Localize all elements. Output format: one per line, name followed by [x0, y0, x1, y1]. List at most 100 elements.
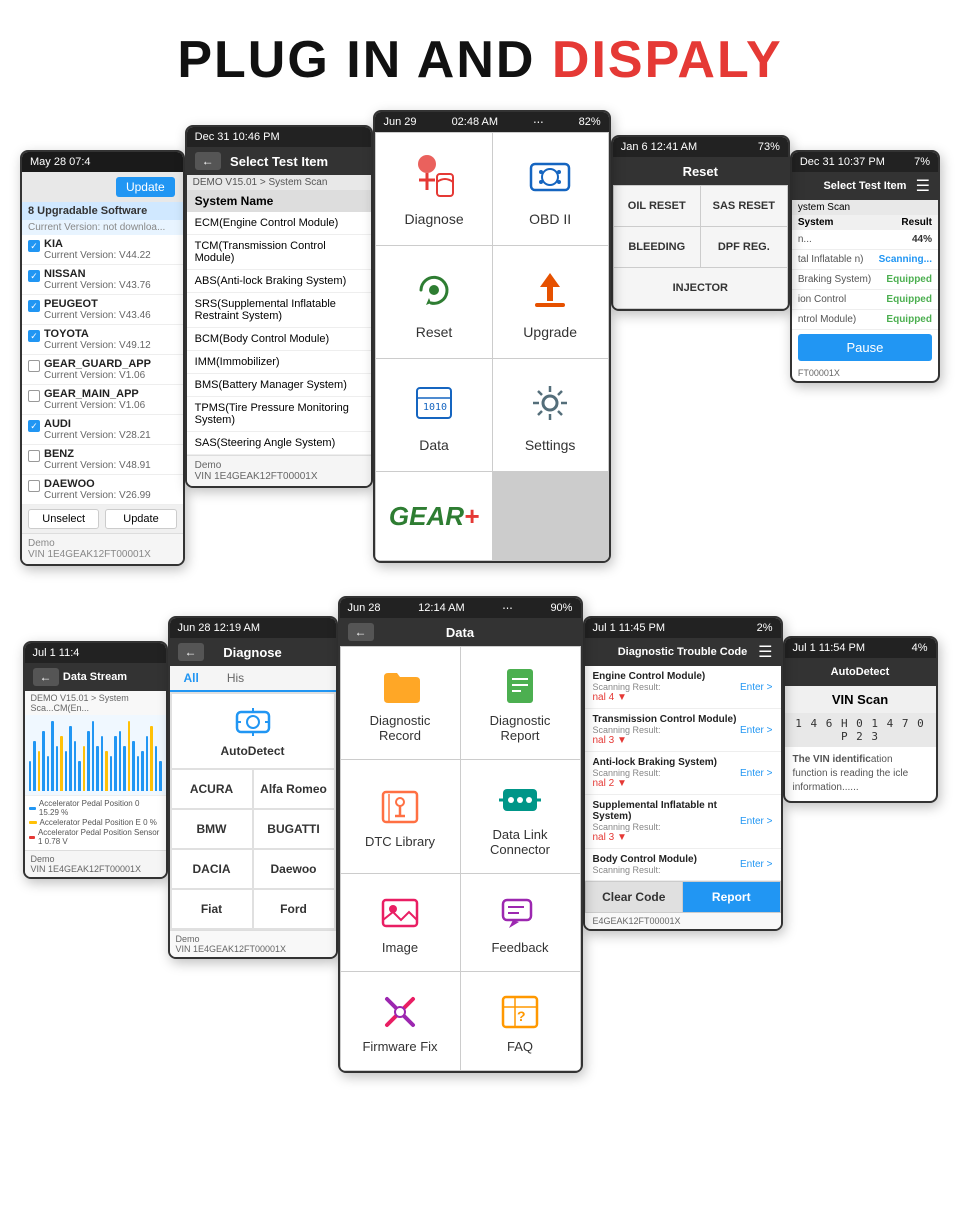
data-item-feedback[interactable]: Feedback: [461, 874, 580, 971]
gear-icon: GEAR+: [408, 490, 460, 542]
diag-item-alfa[interactable]: Alfa Romeo: [254, 770, 334, 808]
data-item-dtc-lib[interactable]: DTC Library: [341, 760, 460, 872]
system-list-item-3[interactable]: SRS(Supplemental Inflatable Restraint Sy…: [187, 293, 372, 328]
dtc-module-1[interactable]: Engine Control Module) Scanning Result: …: [585, 666, 781, 709]
reset-item-bleeding[interactable]: BLEEDING: [614, 227, 700, 267]
system-list-item-7[interactable]: TPMS(Tire Pressure Monitoring System): [187, 397, 372, 432]
update-checkbox-0[interactable]: ✓: [28, 240, 40, 252]
report-button[interactable]: Report: [683, 882, 780, 912]
settings-label: Settings: [525, 437, 576, 453]
settings-icon: [524, 377, 576, 429]
update-checkbox-4[interactable]: [28, 360, 40, 372]
diag-item-bugatti[interactable]: BUGATTI: [254, 810, 334, 848]
system-list-item-5[interactable]: IMM(Immobilizer): [187, 351, 372, 374]
ds-bar-3: [42, 731, 45, 791]
update-checkbox-3[interactable]: ✓: [28, 330, 40, 342]
ds-bar-10: [74, 741, 77, 791]
update-button[interactable]: Update: [116, 177, 175, 197]
menu-item-gear[interactable]: GEAR+: [376, 472, 491, 560]
diag-item-daewoo[interactable]: Daewoo: [254, 850, 334, 888]
dtc-module-4[interactable]: Supplemental Inflatable nt System) Scann…: [585, 795, 781, 849]
update-demo: Demo VIN 1E4GEAK12FT00001X: [22, 533, 183, 564]
diag-tab-his[interactable]: His: [213, 666, 258, 690]
data-item-record[interactable]: Diagnostic Record: [341, 647, 460, 759]
system-list-item-4[interactable]: BCM(Body Control Module): [187, 328, 372, 351]
dtc-module-2[interactable]: Transmission Control Module) Scanning Re…: [585, 709, 781, 752]
scan-vin: FT00001X: [792, 365, 938, 381]
update-checkbox-6[interactable]: ✓: [28, 420, 40, 432]
dtc-module-3[interactable]: Anti-lock Braking System) Scanning Resul…: [585, 752, 781, 795]
data-item-image[interactable]: Image: [341, 874, 460, 971]
diag-item-dacia[interactable]: DACIA: [172, 850, 252, 888]
system-list-item-6[interactable]: BMS(Battery Manager System): [187, 374, 372, 397]
update-checkbox-1[interactable]: ✓: [28, 270, 40, 282]
reset-screen: Jan 6 12:41 AM 73% Reset OIL RESET SAS R…: [611, 135, 790, 311]
menu-item-settings[interactable]: Settings: [493, 359, 608, 471]
ds-bar-17: [105, 751, 108, 791]
ds-bar-11: [78, 761, 81, 791]
system-list: ECM(Engine Control Module)TCM(Transmissi…: [187, 212, 372, 455]
menu-item-obd[interactable]: OBD II: [493, 133, 608, 245]
system-list-item-1[interactable]: TCM(Transmission Control Module): [187, 235, 372, 270]
ds-bar-9: [69, 726, 72, 791]
diag-item-bmw[interactable]: BMW: [172, 810, 252, 848]
pause-button[interactable]: Pause: [798, 334, 932, 361]
diag-back-btn[interactable]: ←: [178, 643, 204, 661]
select-title: Select Test Item: [230, 154, 328, 169]
autodetect-screen: Jul 1 11:54 PM 4% AutoDetect VIN Scan 1 …: [783, 636, 938, 803]
diag-item-ford[interactable]: Ford: [254, 890, 334, 928]
menu-item-upgrade[interactable]: Upgrade: [493, 246, 608, 358]
system-list-item-0[interactable]: ECM(Engine Control Module): [187, 212, 372, 235]
ds-path: DEMO V15.01 > System Sca...CM(En...: [25, 691, 166, 715]
data-item-connector[interactable]: Data Link Connector: [461, 760, 580, 872]
diag-item-fiat[interactable]: Fiat: [172, 890, 252, 928]
reset-item-oil[interactable]: OIL RESET: [614, 186, 700, 226]
faq-label: FAQ: [507, 1039, 533, 1054]
svg-text:?: ?: [517, 1008, 526, 1024]
data-status-time: 12:14 AM: [418, 602, 464, 614]
ds-back-btn[interactable]: ←: [33, 668, 59, 686]
system-name-header: System Name: [187, 190, 372, 212]
main-status-wifi: ⋅⋅⋅: [533, 116, 544, 129]
update-checkbox-7[interactable]: [28, 450, 40, 462]
update-list-item-6: ✓ AUDI Current Version: V28.21: [22, 415, 183, 445]
upgradable-label: 8 Upgradable Software: [22, 202, 183, 220]
reset-bat: 73%: [758, 141, 780, 153]
select-back-btn[interactable]: ←: [195, 152, 221, 170]
reset-item-dpf[interactable]: DPF REG.: [701, 227, 787, 267]
diag-item-autodetect[interactable]: AutoDetect: [172, 694, 334, 768]
update-checkbox-5[interactable]: [28, 390, 40, 402]
data-status-bat: 90%: [550, 602, 572, 614]
unselect-button[interactable]: Unselect: [28, 509, 99, 529]
reset-item-injector[interactable]: INJECTOR: [614, 268, 787, 308]
system-list-item-2[interactable]: ABS(Anti-lock Braking System): [187, 270, 372, 293]
dtc-bottom-buttons: Clear Code Report: [585, 881, 781, 913]
system-list-item-8[interactable]: SAS(Steering Angle System): [187, 432, 372, 455]
scan-title: Select Test Item: [823, 180, 906, 192]
update-action-button[interactable]: Update: [105, 509, 176, 529]
menu-item-reset[interactable]: Reset: [376, 246, 491, 358]
update-list-item-4: GEAR_GUARD_APP Current Version: V1.06: [22, 355, 183, 385]
scan-result-2: tal Inflatable n)Scanning...: [792, 250, 938, 270]
clear-code-button[interactable]: Clear Code: [586, 882, 683, 912]
reset-item-sas[interactable]: SAS RESET: [701, 186, 787, 226]
update-checkbox-8[interactable]: [28, 480, 40, 492]
ds-bar-0: [29, 761, 32, 791]
ds-bar-21: [123, 746, 126, 791]
menu-item-data[interactable]: 1010 Data: [376, 359, 491, 471]
data-item-firmware[interactable]: Firmware Fix: [341, 972, 460, 1069]
report-icon: [499, 663, 541, 707]
diag-item-acura[interactable]: ACURA: [172, 770, 252, 808]
bottom-screens-row: Jul 1 11:4 ← Data Stream DEMO V15.01 > S…: [0, 566, 960, 1073]
select-status-bar: Dec 31 10:46 PM: [187, 127, 372, 147]
update-checkbox-2[interactable]: ✓: [28, 300, 40, 312]
data-item-faq[interactable]: ? FAQ: [461, 972, 580, 1069]
data-back-btn[interactable]: ←: [348, 623, 374, 641]
update-list-item-7: BENZ Current Version: V48.91: [22, 445, 183, 475]
data-item-report[interactable]: Diagnostic Report: [461, 647, 580, 759]
dtc-module-5[interactable]: Body Control Module) Scanning Result: En…: [585, 849, 781, 881]
diag-tab-all[interactable]: All: [170, 666, 213, 692]
menu-item-diagnose[interactable]: Diagnose: [376, 133, 491, 245]
firmware-icon: [379, 988, 421, 1032]
ds-legend-dot-2: [29, 821, 37, 824]
